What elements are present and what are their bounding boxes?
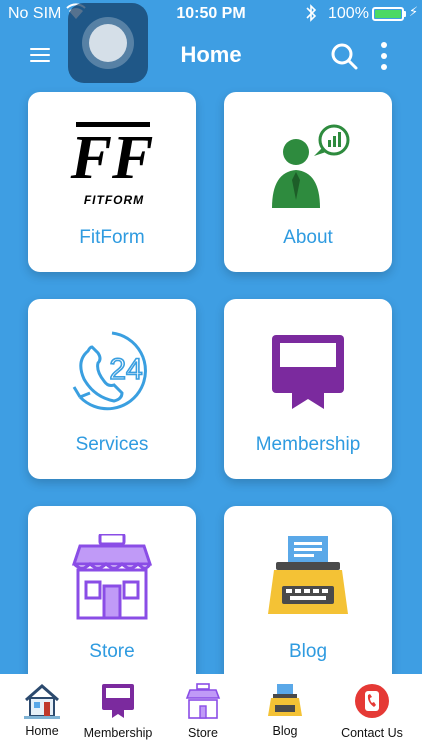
typewriter-icon (268, 536, 348, 614)
tile-label-blog: Blog (288, 641, 328, 662)
tab-label-store: Store (188, 726, 218, 740)
page-title: Home (180, 42, 242, 67)
nav-bar: Home (0, 28, 422, 84)
membership-card-icon (272, 335, 344, 409)
fitform-logo-text: FITFORM (84, 193, 144, 207)
charging-icon: ⚡ (409, 4, 419, 19)
tab-label-contact-us: Contact Us (341, 726, 403, 740)
storefront-icon (71, 534, 153, 620)
fitform-logo: FF FITFORM (70, 122, 154, 207)
search-icon[interactable] (330, 42, 358, 70)
bottom-tab-bar: Home Membership Store Blog Contact Us (0, 674, 422, 750)
storefront-icon (185, 683, 221, 719)
fitform-logo-mark: FF (70, 124, 154, 192)
tile-label-services: Services (75, 434, 149, 455)
businessman-chat-icon (272, 124, 350, 208)
status-bar: No SIM 10:50 PM 100% ⚡ (0, 0, 422, 28)
tab-contact-us[interactable]: Contact Us (330, 674, 414, 750)
assistive-touch-core (89, 24, 127, 62)
house-icon (24, 684, 60, 719)
battery-icon (372, 7, 404, 21)
battery-percent: 100% (328, 5, 369, 22)
tab-home[interactable]: Home (0, 674, 84, 750)
phone-icon (355, 684, 389, 718)
assistive-touch-button[interactable] (68, 3, 148, 83)
tab-label-home: Home (25, 724, 59, 738)
tab-label-membership: Membership (83, 726, 153, 740)
battery-tip (404, 11, 406, 17)
tab-membership[interactable]: Membership (76, 674, 160, 750)
tab-label-blog: Blog (272, 724, 298, 738)
more-vertical-icon[interactable] (378, 40, 390, 72)
tile-store[interactable]: Store (28, 506, 196, 674)
tile-label-membership: Membership (255, 434, 361, 455)
typewriter-icon (268, 684, 302, 716)
tile-about[interactable]: About (224, 92, 392, 272)
tile-blog[interactable]: Blog (224, 506, 392, 674)
support-24-icon: 24 (72, 331, 147, 411)
tile-label-store: Store (89, 641, 135, 662)
bluetooth-icon (306, 4, 317, 22)
tile-services[interactable]: 24 Services (28, 299, 196, 479)
tab-store[interactable]: Store (161, 674, 245, 750)
tile-label-about: About (283, 227, 333, 248)
tile-membership[interactable]: Membership (224, 299, 392, 479)
home-grid: FF FITFORM FitForm About 24 Services Mem… (0, 85, 422, 674)
battery-fill (375, 10, 401, 18)
tab-blog[interactable]: Blog (243, 674, 327, 750)
tile-fitform[interactable]: FF FITFORM FitForm (28, 92, 196, 272)
tile-label-fitform: FitForm (79, 227, 145, 248)
svg-text:24: 24 (109, 353, 142, 386)
membership-card-icon (102, 684, 134, 718)
